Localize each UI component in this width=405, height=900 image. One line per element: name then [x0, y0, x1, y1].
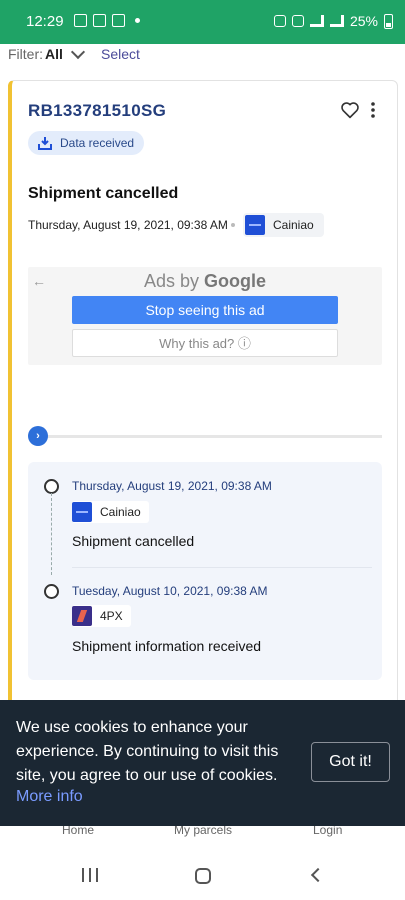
timeline-carrier-chip: 4PX	[72, 605, 131, 627]
timeline-circle-icon	[44, 584, 59, 599]
status-time: 12:29	[26, 13, 64, 30]
more-notifications-dot-icon	[135, 18, 140, 23]
filter-bar: Filter: All Select	[0, 44, 405, 80]
notification-icons	[74, 14, 140, 27]
cainiao-logo-icon	[72, 502, 92, 522]
chevron-down-icon[interactable]	[70, 44, 86, 60]
timeline-connector	[51, 493, 52, 575]
signal-icon	[329, 15, 344, 27]
shipment-status-title: Shipment cancelled	[28, 185, 179, 202]
wifi-icon	[309, 15, 324, 27]
tracking-timeline: Thursday, August 19, 2021, 09:38 AM Cain…	[28, 462, 382, 680]
filter-label: Filter:	[8, 46, 43, 62]
heart-icon[interactable]	[340, 101, 360, 119]
gallery-notification-icon	[74, 14, 87, 27]
timeline-date: Thursday, August 19, 2021, 09:38 AM	[72, 479, 272, 493]
got-it-button[interactable]: Got it!	[311, 742, 390, 782]
parcel-card[interactable]: RB133781510SG Data received Shipment can…	[8, 80, 398, 720]
ad-title-brand: Google	[204, 271, 267, 291]
select-button[interactable]: Select	[101, 46, 140, 62]
status-badge: Data received	[28, 131, 145, 155]
more-vertical-icon[interactable]	[368, 101, 378, 119]
status-badge-label: Data received	[60, 136, 135, 150]
expand-chevron-right-icon[interactable]: ›	[28, 426, 48, 446]
ad-title: Ads by Google	[28, 271, 382, 292]
tracking-number: RB133781510SG	[28, 101, 167, 120]
whatsapp-notification-icon	[112, 14, 125, 27]
timeline-carrier-name: Cainiao	[100, 505, 141, 519]
carrier-chip[interactable]: Cainiao	[243, 213, 324, 237]
android-nav-bar	[0, 852, 405, 900]
separator-dot	[231, 223, 235, 227]
system-status-icons: 25%	[273, 13, 393, 29]
timeline-divider	[72, 567, 372, 568]
ad-title-prefix: Ads by	[143, 271, 205, 291]
status-bar: 12:29 25%	[0, 0, 405, 44]
carrier-name: Cainiao	[273, 218, 314, 232]
cainiao-logo-icon	[245, 215, 265, 235]
why-this-ad-button[interactable]: Why this ad? ⓘ	[72, 329, 338, 357]
mute-icon	[291, 15, 304, 27]
shipment-status-date: Thursday, August 19, 2021, 09:38 AM	[28, 218, 228, 232]
cookie-message: We use cookies to enhance your experienc…	[16, 719, 279, 784]
cookie-banner: We use cookies to enhance your experienc…	[0, 700, 405, 826]
alarm-icon	[273, 15, 286, 27]
battery-percent: 25%	[349, 13, 378, 29]
timeline-carrier-chip: Cainiao	[72, 501, 149, 523]
phone-notification-icon	[93, 14, 106, 27]
more-info-link[interactable]: More info	[16, 788, 83, 806]
timeline-event-text: Shipment information received	[72, 638, 262, 654]
timeline-event-text: Shipment cancelled	[72, 533, 195, 549]
download-icon	[38, 137, 52, 150]
ad-panel: ← Ads by Google Stop seeing this ad Why …	[28, 267, 382, 365]
battery-icon	[384, 13, 393, 29]
home-icon[interactable]	[195, 868, 211, 884]
timeline-date: Tuesday, August 10, 2021, 09:38 AM	[72, 584, 268, 598]
back-icon[interactable]	[310, 867, 326, 883]
stop-seeing-ad-button[interactable]: Stop seeing this ad	[72, 296, 338, 324]
timeline-circle-icon	[44, 479, 59, 494]
4px-logo-icon	[72, 606, 92, 626]
timeline-carrier-name: 4PX	[100, 609, 123, 623]
filter-dropdown[interactable]: All	[45, 46, 63, 62]
progress-track	[40, 435, 382, 438]
recents-icon[interactable]	[82, 868, 98, 882]
